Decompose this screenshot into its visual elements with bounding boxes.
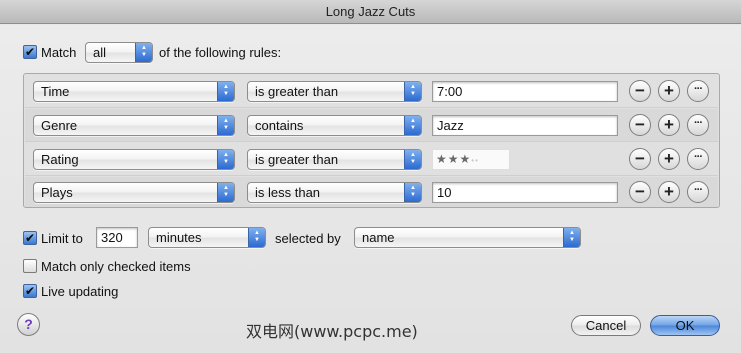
limit-unit-select[interactable]: minutes ▲ ▼ (148, 227, 266, 248)
match-checkbox[interactable]: ✔ (23, 45, 37, 59)
rule-operator-select[interactable]: is less than ▲ ▼ (247, 182, 422, 203)
rule-row: Rating ▲ ▼ is greater than ▲ ▼ ★★★•• − + ·… (25, 143, 718, 176)
star-empty-icon[interactable]: • (475, 156, 479, 165)
rule-field-value: Rating (41, 152, 79, 167)
selected-by-select[interactable]: name ▲ ▼ (354, 227, 581, 248)
cancel-button[interactable]: Cancel (571, 315, 641, 336)
ok-button[interactable]: OK (650, 315, 720, 336)
rule-field-select[interactable]: Time ▲ ▼ (33, 81, 235, 102)
watermark-text: 双电网(www.pcpc.me) (246, 322, 418, 341)
match-label: Match (41, 45, 77, 60)
live-updating-checkbox[interactable]: ✔ (23, 284, 37, 298)
rule-field-value: Genre (41, 118, 78, 133)
match-checked-label: Match only checked items (41, 259, 191, 274)
popup-arrows-icon: ▲ ▼ (404, 150, 421, 169)
rule-row: Plays ▲ ▼ is less than ▲ ▼ 10 − + ··· (25, 177, 718, 207)
checkmark-icon: ✔ (24, 231, 36, 245)
limit-value-field[interactable]: 320 (96, 227, 138, 248)
window-title: Long Jazz Cuts (0, 0, 741, 24)
rule-field-value: Plays (41, 185, 73, 200)
match-suffix-label: of the following rules: (159, 45, 282, 60)
add-rule-button[interactable]: + (658, 114, 680, 136)
rule-value-field[interactable]: Jazz (432, 115, 618, 136)
remove-rule-button[interactable]: − (629, 114, 651, 136)
popup-arrows-icon: ▲ ▼ (404, 116, 421, 135)
selected-by-value: name (362, 230, 395, 245)
rule-field-value: Time (41, 84, 70, 99)
rule-field-select[interactable]: Plays ▲ ▼ (33, 182, 235, 203)
rule-operator-value: is less than (255, 185, 321, 200)
rule-operator-value: is greater than (255, 152, 339, 167)
match-mode-select[interactable]: all ▲ ▼ (85, 42, 153, 63)
rule-operator-select[interactable]: contains ▲ ▼ (247, 115, 422, 136)
add-rule-button[interactable]: + (658, 148, 680, 170)
remove-rule-button[interactable]: − (629, 80, 651, 102)
rule-rating-stars[interactable]: ★★★•• (432, 149, 510, 170)
checkmark-icon: ✔ (24, 45, 36, 59)
live-updating-label: Live updating (41, 284, 119, 299)
rule-operator-value: contains (255, 118, 304, 133)
more-options-button[interactable]: ··· (687, 148, 709, 170)
more-options-button[interactable]: ··· (687, 181, 709, 203)
popup-arrows-icon: ▲ ▼ (563, 228, 580, 247)
rule-row: Genre ▲ ▼ contains ▲ ▼ Jazz − + ··· (25, 109, 718, 142)
rule-field-select[interactable]: Rating ▲ ▼ (33, 149, 235, 170)
rule-field-select[interactable]: Genre ▲ ▼ (33, 115, 235, 136)
popup-arrows-icon: ▲ ▼ (404, 82, 421, 101)
help-button[interactable]: ? (17, 313, 40, 336)
rule-operator-select[interactable]: is greater than ▲ ▼ (247, 149, 422, 170)
limit-checkbox[interactable]: ✔ (23, 231, 37, 245)
rules-list: Time ▲ ▼ is greater than ▲ ▼ 7:00 − + ··· … (23, 73, 720, 208)
popup-arrows-icon: ▲ ▼ (217, 82, 234, 101)
rule-operator-select[interactable]: is greater than ▲ ▼ (247, 81, 422, 102)
rule-operator-value: is greater than (255, 84, 339, 99)
popup-arrows-icon: ▲ ▼ (404, 183, 421, 202)
limit-label: Limit to (41, 231, 83, 246)
rule-value-field[interactable]: 7:00 (432, 81, 618, 102)
rule-row: Time ▲ ▼ is greater than ▲ ▼ 7:00 − + ··· (25, 75, 718, 108)
match-checked-checkbox[interactable] (23, 259, 37, 273)
checkmark-icon: ✔ (24, 284, 36, 298)
rule-value-field[interactable]: 10 (432, 182, 618, 203)
star-filled-icon[interactable]: ★ (460, 152, 472, 166)
more-options-button[interactable]: ··· (687, 80, 709, 102)
popup-arrows-icon: ▲ ▼ (248, 228, 265, 247)
popup-arrows-icon: ▲ ▼ (217, 116, 234, 135)
selected-by-label: selected by (275, 231, 341, 246)
remove-rule-button[interactable]: − (629, 181, 651, 203)
add-rule-button[interactable]: + (658, 80, 680, 102)
smart-playlist-dialog: ✔ Match all ▲ ▼ of the following rules: T… (0, 25, 741, 353)
popup-arrows-icon: ▲ ▼ (217, 183, 234, 202)
remove-rule-button[interactable]: − (629, 148, 651, 170)
add-rule-button[interactable]: + (658, 181, 680, 203)
more-options-button[interactable]: ··· (687, 114, 709, 136)
popup-arrows-icon: ▲ ▼ (217, 150, 234, 169)
star-filled-icon[interactable]: ★ (436, 152, 448, 166)
popup-arrows-icon: ▲ ▼ (135, 43, 152, 62)
star-filled-icon[interactable]: ★ (448, 152, 460, 166)
